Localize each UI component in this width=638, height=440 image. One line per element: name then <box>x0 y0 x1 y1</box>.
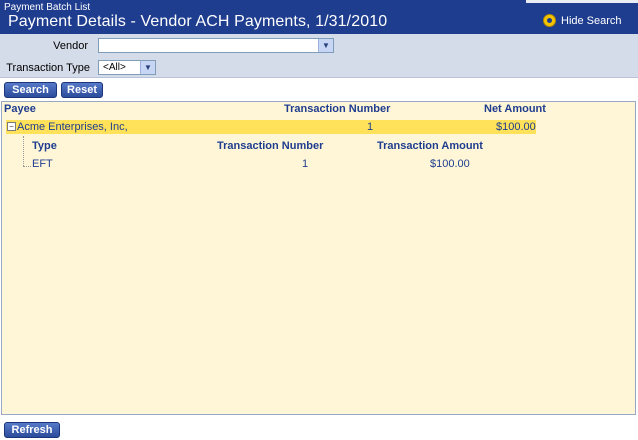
transaction-type-label: Transaction Type <box>6 62 90 74</box>
column-header-net-amount[interactable]: Net Amount <box>484 103 546 115</box>
hide-search-label: Hide Search <box>561 14 622 27</box>
reset-button[interactable]: Reset <box>61 82 103 98</box>
tree-connector <box>23 136 24 166</box>
tree-connector <box>23 166 31 167</box>
detail-header-transaction-amount[interactable]: Transaction Amount <box>377 140 483 152</box>
chevron-down-icon[interactable]: ▼ <box>140 61 155 74</box>
refresh-button[interactable]: Refresh <box>4 422 60 438</box>
page-title: Payment Details - Vendor ACH Payments, 1… <box>8 13 388 30</box>
transaction-type-select[interactable]: <All> ▼ <box>98 60 156 75</box>
detail-header-transaction-number[interactable]: Transaction Number <box>217 140 323 152</box>
breadcrumb[interactable]: Payment Batch List <box>4 2 90 13</box>
search-panel: Vendor ▼ Transaction Type <All> ▼ <box>0 34 638 78</box>
transaction-number-cell: 1 <box>367 121 374 133</box>
header-tab-strip <box>526 0 638 3</box>
table-row[interactable]: − Acme Enterprises, Inc, 1 $100.00 <box>6 120 536 134</box>
collapse-minus-icon[interactable]: − <box>7 122 16 131</box>
payment-grid: Payee Transaction Number Net Amount − Ac… <box>1 101 636 415</box>
net-amount-cell: $100.00 <box>496 121 536 133</box>
column-header-transaction-number[interactable]: Transaction Number <box>284 103 390 115</box>
column-header-payee[interactable]: Payee <box>4 103 36 115</box>
transaction-type-value: <All> <box>103 62 126 73</box>
detail-type-cell: EFT <box>32 158 53 170</box>
hide-search-link[interactable]: Hide Search <box>543 14 622 27</box>
detail-header-type[interactable]: Type <box>32 140 57 152</box>
search-icon <box>543 14 556 27</box>
chevron-down-icon[interactable]: ▼ <box>318 39 333 52</box>
vendor-select[interactable]: ▼ <box>98 38 334 53</box>
payee-cell: Acme Enterprises, Inc, <box>17 121 128 133</box>
detail-transaction-number-cell: 1 <box>302 158 309 170</box>
vendor-label: Vendor <box>53 40 88 52</box>
detail-transaction-amount-cell: $100.00 <box>430 158 470 170</box>
search-button[interactable]: Search <box>4 82 57 98</box>
page-header: Payment Batch List Payment Details - Ven… <box>0 0 638 34</box>
